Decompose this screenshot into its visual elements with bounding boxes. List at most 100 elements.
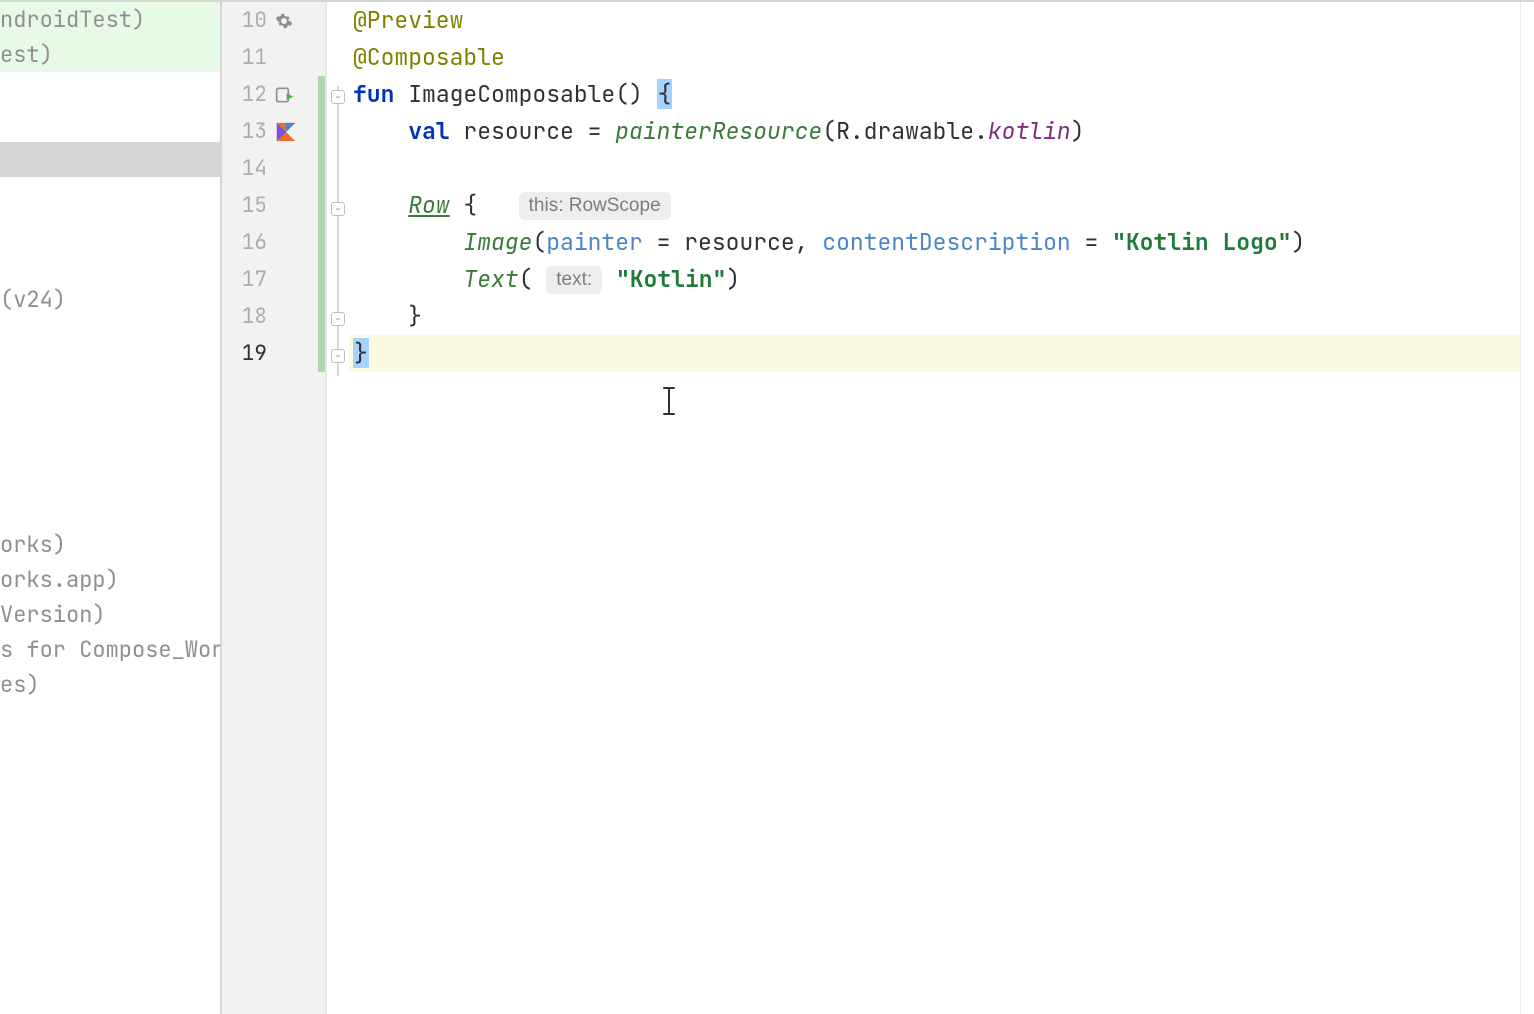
keyword: fun [353, 79, 394, 109]
ide-root: ndroidTest)est) (v24) orks)orks.app) Versi… [0, 0, 1534, 1014]
marker-strip[interactable] [1520, 2, 1534, 1014]
fold-knob-icon[interactable] [331, 312, 345, 326]
tree-item[interactable] [0, 142, 220, 177]
punct: , [795, 227, 823, 257]
function-call: painterResource [615, 116, 822, 146]
punct: = [1071, 227, 1112, 257]
tree-item[interactable]: orks) [0, 527, 220, 562]
named-param: painter [546, 227, 643, 257]
kotlin-icon[interactable] [275, 121, 297, 143]
fold-knob-icon[interactable] [331, 90, 345, 104]
tree-item[interactable]: (v24) [0, 282, 220, 317]
tree-item[interactable] [0, 247, 220, 282]
code-line[interactable]: Row { this: RowScope [349, 187, 1520, 224]
code-editor[interactable]: @Preview @Composable fun ImageComposable… [349, 2, 1520, 1014]
punct: ) [1291, 227, 1305, 257]
string-literal: "Kotlin Logo" [1112, 227, 1291, 257]
tree-item[interactable] [0, 457, 220, 492]
inlay-hint: this: RowScope [519, 192, 671, 220]
annotation: @Preview [353, 5, 463, 35]
code-line[interactable]: Image(painter = resource, contentDescrip… [349, 224, 1520, 261]
property: kotlin [988, 116, 1071, 146]
vcs-change-marker[interactable] [318, 150, 325, 187]
line-number: 16 [227, 229, 267, 256]
punct: { [450, 190, 478, 220]
tree-item[interactable] [0, 212, 220, 247]
identifier: R.drawable. [836, 116, 988, 146]
tree-item[interactable]: ndroidTest) [0, 2, 220, 37]
tree-item[interactable] [0, 422, 220, 457]
gutter-line[interactable]: 17 [222, 261, 325, 298]
code-line[interactable]: Text( text: "Kotlin") [349, 261, 1520, 298]
vcs-change-marker[interactable] [318, 335, 325, 372]
gutter-line[interactable]: 16 [222, 224, 325, 261]
function-call: Image [463, 227, 532, 257]
code-line[interactable]: @Composable [349, 39, 1520, 76]
gutter-line[interactable]: 12 [222, 76, 325, 113]
gutter-line[interactable]: 13 [222, 113, 325, 150]
gutter-line[interactable]: 14 [222, 150, 325, 187]
identifier: resource [684, 227, 794, 257]
tree-item[interactable] [0, 317, 220, 352]
vcs-change-marker[interactable] [318, 76, 325, 113]
line-number: 18 [227, 303, 267, 330]
punct: ( [519, 264, 533, 294]
tree-item[interactable]: orks.app) [0, 562, 220, 597]
tree-item[interactable] [0, 177, 220, 212]
function-call: Row [408, 190, 449, 220]
code-line[interactable]: fun ImageComposable() { [349, 76, 1520, 113]
tree-item[interactable] [0, 72, 220, 107]
line-number: 12 [227, 81, 267, 108]
fold-knob-icon[interactable] [331, 349, 345, 363]
gutter-icons [267, 121, 325, 143]
identifier: resource [463, 116, 573, 146]
gutter-line[interactable]: 11 [222, 39, 325, 76]
code-line[interactable]: @Preview [349, 2, 1520, 39]
line-number: 14 [227, 155, 267, 182]
gutter-line[interactable]: 18 [222, 298, 325, 335]
line-number: 17 [227, 266, 267, 293]
code-line[interactable]: } [349, 298, 1520, 335]
punct: ( [822, 116, 836, 146]
line-number: 13 [227, 118, 267, 145]
gutter-line[interactable]: 10 [222, 2, 325, 39]
gutter-line[interactable]: 19 [222, 335, 325, 372]
vcs-change-marker[interactable] [318, 113, 325, 150]
tree-item[interactable]: Version) [0, 597, 220, 632]
tree-item[interactable] [0, 492, 220, 527]
vcs-change-marker[interactable] [318, 187, 325, 224]
function-call: Text [463, 264, 518, 294]
named-param: contentDescription [822, 227, 1070, 257]
string-literal: "Kotlin" [616, 264, 726, 294]
project-tree[interactable]: ndroidTest)est) (v24) orks)orks.app) Versi… [0, 2, 222, 1014]
punct: () [615, 79, 643, 109]
line-number: 15 [227, 192, 267, 219]
fold-strip[interactable] [327, 2, 349, 1014]
gutter-line[interactable]: 15 [222, 187, 325, 224]
gear-icon[interactable] [275, 12, 293, 30]
tree-item[interactable]: es) [0, 667, 220, 702]
code-line[interactable] [349, 150, 1520, 187]
punct: ) [1071, 116, 1085, 146]
tree-item[interactable] [0, 352, 220, 387]
code-line[interactable]: val resource = painterResource(R.drawabl… [349, 113, 1520, 150]
editor-gutter[interactable]: 10 11 12 13 14 15 16 17 18 19 [222, 2, 327, 1014]
inlay-hint: text: [546, 266, 602, 294]
brace-highlight: } [353, 338, 369, 368]
vcs-change-marker[interactable] [318, 261, 325, 298]
gutter-icons [267, 12, 325, 30]
code-line-current[interactable]: } [349, 335, 1520, 372]
gutter-icons [267, 85, 325, 105]
punct: ) [726, 264, 740, 294]
tree-item[interactable] [0, 387, 220, 422]
punct: ( [532, 227, 546, 257]
run-gutter-icon[interactable] [275, 85, 295, 105]
brace-highlight: { [657, 79, 673, 109]
vcs-change-marker[interactable] [318, 298, 325, 335]
line-number: 10 [227, 7, 267, 34]
tree-item[interactable] [0, 107, 220, 142]
tree-item[interactable]: est) [0, 37, 220, 72]
fold-knob-icon[interactable] [331, 202, 345, 216]
vcs-change-marker[interactable] [318, 224, 325, 261]
tree-item[interactable]: s for Compose_Wor [0, 632, 220, 667]
